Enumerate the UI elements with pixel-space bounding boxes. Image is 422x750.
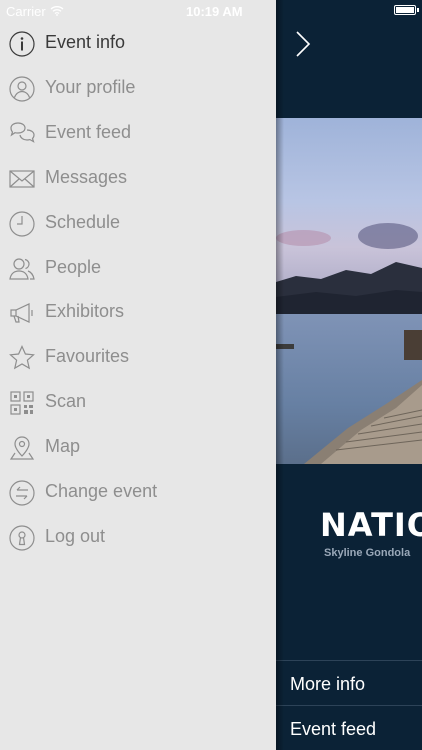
menu-item-log-out[interactable]: Log out: [0, 515, 276, 559]
keyhole-icon: [8, 524, 36, 552]
menu-item-label: Log out: [45, 526, 106, 546]
menu-item-people[interactable]: People: [0, 246, 276, 290]
chevron-right-icon[interactable]: [294, 30, 312, 58]
menu-item-label: Scan: [45, 391, 87, 411]
menu-item-event-info[interactable]: Event info: [0, 21, 276, 65]
event-panel: NATION Skyline Gondola More info Event f…: [276, 0, 422, 750]
menu-item-label: Exhibitors: [45, 301, 125, 321]
more-info-label: More info: [290, 674, 366, 694]
side-menu: Event info Your profile Event feed Messa…: [0, 0, 276, 750]
carrier-label: Carrier: [6, 4, 46, 19]
menu-item-label: Change event: [45, 481, 158, 501]
status-bar: Carrier 10:19 AM: [0, 0, 422, 22]
menu-edge-shadow: [276, 0, 284, 750]
menu-item-change-event[interactable]: Change event: [0, 470, 276, 514]
chat-bubbles-icon: [8, 120, 36, 148]
menu-item-label: Messages: [45, 167, 128, 187]
event-brand-subtitle: Skyline Gondola: [324, 547, 411, 559]
clock-icon: [8, 210, 36, 238]
carrier-indicator: Carrier: [6, 4, 64, 19]
battery-tip: [417, 8, 419, 12]
menu-item-label: Event feed: [45, 122, 132, 142]
more-info-row[interactable]: More info: [276, 660, 422, 705]
map-pin-icon: [8, 434, 36, 462]
people-icon: [8, 255, 36, 283]
qr-code-icon: [8, 389, 36, 417]
menu-item-label: Map: [45, 436, 81, 456]
envelope-icon: [8, 165, 36, 193]
menu-item-label: People: [45, 257, 102, 277]
menu-item-your-profile[interactable]: Your profile: [0, 66, 276, 110]
event-feed-row[interactable]: Event feed: [276, 705, 422, 750]
profile-icon: [8, 75, 36, 103]
menu-item-label: Your profile: [45, 77, 136, 97]
status-time: 10:19 AM: [186, 4, 243, 19]
menu-item-label: Favourites: [45, 346, 130, 366]
menu-item-favourites[interactable]: Favourites: [0, 335, 276, 379]
menu-item-label: Schedule: [45, 212, 121, 232]
swap-icon: [8, 479, 36, 507]
info-icon: [8, 30, 36, 58]
event-feed-label: Event feed: [290, 719, 377, 739]
menu-item-exhibitors[interactable]: Exhibitors: [0, 290, 276, 334]
menu-item-map[interactable]: Map: [0, 425, 276, 469]
menu-item-messages[interactable]: Messages: [0, 156, 276, 200]
menu-item-label: Event info: [45, 32, 126, 52]
event-banner-image: [276, 118, 422, 464]
megaphone-icon: [8, 299, 36, 327]
battery-icon: [394, 5, 416, 15]
event-brand-title: NATION: [320, 506, 422, 544]
menu-item-scan[interactable]: Scan: [0, 380, 276, 424]
wifi-icon: [50, 4, 64, 19]
star-icon: [8, 344, 36, 372]
menu-item-event-feed[interactable]: Event feed: [0, 111, 276, 155]
menu-item-schedule[interactable]: Schedule: [0, 201, 276, 245]
